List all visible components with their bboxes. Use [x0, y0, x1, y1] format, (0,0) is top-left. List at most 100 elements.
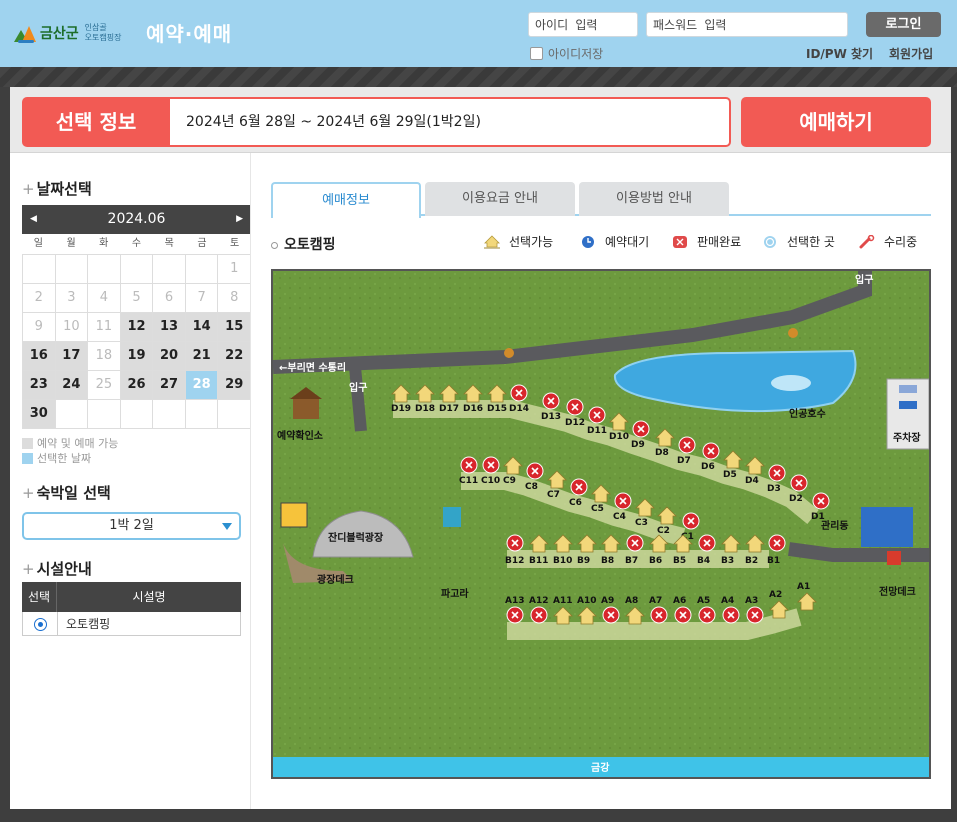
calendar-day[interactable]: 19: [120, 342, 154, 371]
table-row[interactable]: 오토캠핑: [22, 612, 241, 636]
tab-booking-info[interactable]: 예매정보: [271, 182, 421, 218]
logo-sub-line-2: 오토캠핑장: [84, 33, 122, 42]
site-label: D3: [767, 484, 781, 494]
legend-swatch: [22, 452, 33, 464]
weekday-label: 화: [99, 238, 109, 249]
calendar-day: 11: [88, 313, 121, 342]
calendar-day[interactable]: 30: [23, 400, 56, 429]
calendar-day[interactable]: 29: [218, 371, 251, 400]
site-label: C11: [459, 476, 478, 486]
selection-bar: 선택 정보 2024년 6월 28일 ~ 2024년 6월 29일(1박2일) …: [10, 87, 951, 153]
area-title: 오토캠핑: [271, 234, 336, 254]
arrow-left-icon[interactable]: ◀: [30, 205, 37, 234]
calendar-day[interactable]: 13: [153, 313, 186, 342]
calendar-day: 2: [23, 284, 56, 313]
arrow-right-icon[interactable]: ▶: [236, 205, 243, 234]
pergola-label: 파고라: [441, 587, 469, 600]
site-label: B12: [505, 556, 524, 566]
weekday-label: 일: [33, 238, 43, 249]
site-label: D4: [745, 476, 759, 486]
site-label: C7: [547, 490, 560, 500]
calendar-day[interactable]: 22: [218, 342, 251, 371]
book-button[interactable]: 예매하기: [741, 97, 931, 147]
nights-select[interactable]: 1박 2일: [22, 512, 241, 540]
car-icon: [899, 401, 917, 409]
calendar-empty-cell: [23, 255, 56, 284]
site-label: C8: [525, 482, 538, 492]
car-icon: [899, 385, 917, 393]
calendar-empty-cell: [88, 400, 121, 429]
join-link[interactable]: 회원가입: [889, 45, 933, 62]
calendar-day: 4: [88, 284, 121, 313]
calendar-day[interactable]: 12: [120, 313, 154, 342]
site-header: 금산군 인삼골 오토캠핑장 예약·예매 로그인 아이디저장 ID/PW 찾기 회…: [0, 0, 957, 67]
calendar-day[interactable]: 23: [23, 371, 56, 400]
site-label: A3: [745, 596, 758, 606]
calendar-day: 6: [153, 284, 186, 313]
calendar-day: 5: [120, 284, 154, 313]
password-input[interactable]: [646, 12, 848, 37]
radio-selected-icon[interactable]: [33, 618, 47, 631]
site-label: D16: [463, 404, 483, 414]
logo-subtitle: 인삼골 오토캠핑장: [85, 23, 122, 43]
fountain: [771, 375, 811, 391]
page-title: 예약·예매: [146, 22, 233, 46]
site-label: C2: [657, 526, 670, 536]
tab-fee-info[interactable]: 이용요금 안내: [425, 182, 575, 216]
calendar-day: 1: [218, 255, 251, 284]
calendar-empty-cell: [120, 400, 154, 429]
calendar-day[interactable]: 14: [185, 313, 219, 342]
find-id-pw-link[interactable]: ID/PW 찾기: [806, 45, 873, 62]
calendar-day[interactable]: 21: [185, 342, 219, 371]
site-label: A5: [697, 596, 710, 606]
legend-available-text: 예약 및 예매 가능: [37, 437, 119, 450]
login-button[interactable]: 로그인: [866, 12, 941, 37]
calendar-day[interactable]: 17: [55, 342, 89, 371]
calendar-day: 9: [23, 313, 56, 342]
calendar-day[interactable]: 16: [23, 342, 56, 371]
site-label: A10: [577, 596, 597, 606]
calendar-empty-cell: [185, 400, 219, 429]
calendar-day[interactable]: 28: [185, 371, 219, 400]
legend-soldout: 판매완료: [671, 233, 741, 250]
site-label: D9: [631, 440, 645, 450]
calendar-day[interactable]: 27: [153, 371, 186, 400]
save-id-checkbox[interactable]: 아이디저장: [530, 45, 603, 62]
site-label: B7: [625, 556, 638, 566]
view-deck-label: 전망데크: [879, 585, 916, 598]
site-label: B9: [577, 556, 590, 566]
calendar-day[interactable]: 26: [120, 371, 154, 400]
calendar-empty-cell: [120, 255, 154, 284]
weekday-label: 수: [131, 238, 142, 249]
id-input[interactable]: [528, 12, 638, 37]
calendar-day[interactable]: 20: [153, 342, 186, 371]
site-label: A8: [625, 596, 638, 606]
bicycle-icon: [788, 328, 798, 338]
road-entrance: [349, 366, 367, 432]
calendar: ◀ 2024.06 ▶ 일월화수목금토 1 2 3 4 5 6 7 8 9 10 11 12 13 14 1…: [22, 205, 251, 429]
checkbox-icon[interactable]: [530, 47, 543, 60]
site-label: A7: [649, 596, 662, 606]
site-label: D13: [541, 412, 561, 422]
legend-selected: 선택한 날짜: [22, 450, 91, 466]
site-label: C3: [635, 518, 648, 528]
entrance-label-2: 입구: [855, 273, 873, 286]
calendar-day[interactable]: 24: [55, 371, 89, 400]
management-label: 관리동: [821, 519, 849, 532]
tab-usage-info[interactable]: 이용방법 안내: [579, 182, 729, 216]
site-label: D11: [587, 426, 607, 436]
legend-selected-text: 선택한 곳: [787, 235, 835, 249]
site-label: A12: [529, 596, 549, 606]
radio-cell[interactable]: [23, 612, 58, 635]
lake-label: 인공호수: [789, 407, 826, 420]
calendar-day[interactable]: 15: [218, 313, 251, 342]
save-id-label: 아이디저장: [548, 47, 604, 61]
logo-sub-line-1: 인삼골: [84, 23, 107, 32]
calendar-day: 7: [185, 284, 219, 313]
plus-icon: +: [22, 180, 35, 198]
site-label: B1: [767, 556, 780, 566]
site-label: C6: [569, 498, 582, 508]
calendar-empty-cell: [218, 400, 251, 429]
site-label: B11: [529, 556, 548, 566]
logo[interactable]: 금산군 인삼골 오토캠핑장: [14, 22, 121, 44]
